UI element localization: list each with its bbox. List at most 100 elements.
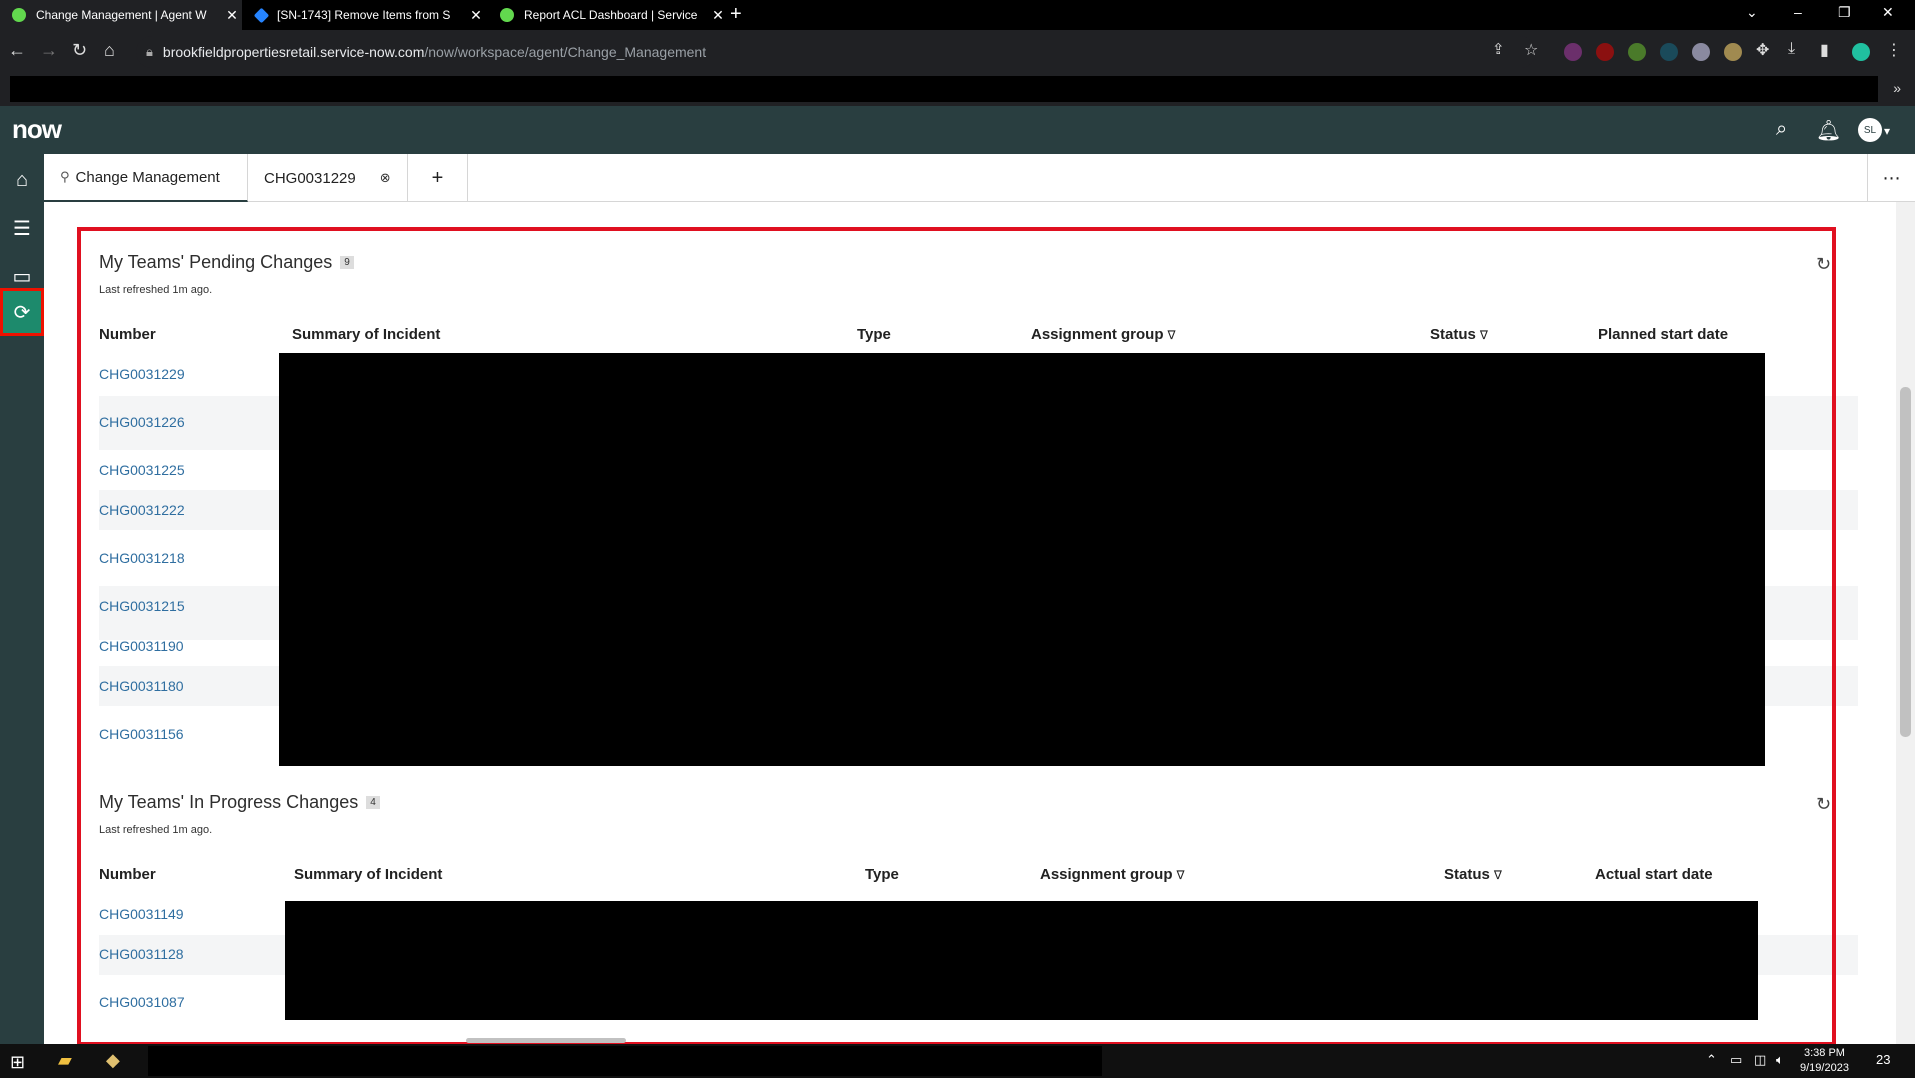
taskbar-clock[interactable]: 3:38 PM 9/19/2023 bbox=[1800, 1046, 1849, 1076]
column-header-assignment-group[interactable]: Assignment group ∇ bbox=[1040, 866, 1185, 883]
profile-icon[interactable] bbox=[1852, 43, 1870, 61]
tab-change-management[interactable]: ⚲ Change Management bbox=[44, 154, 248, 202]
chevron-down-icon[interactable]: ▾ bbox=[1884, 124, 1890, 138]
menu-kebab-icon[interactable]: ⋮ bbox=[1886, 40, 1902, 60]
workspace-tabs: ⚲ Change Management CHG0031229 ⊗ + ⋯ bbox=[44, 154, 1915, 202]
download-icon[interactable]: ⤓ bbox=[1788, 40, 1795, 58]
column-header-type[interactable]: Type bbox=[857, 326, 891, 343]
bookmark-star-icon[interactable]: ☆ bbox=[1524, 40, 1538, 60]
filter-icon[interactable]: ∇ bbox=[1494, 868, 1502, 882]
column-header-label: Assignment group bbox=[1040, 866, 1173, 883]
column-header-status[interactable]: Status ∇ bbox=[1444, 866, 1502, 883]
horizontal-scrollbar-thumb[interactable] bbox=[466, 1038, 626, 1043]
refresh-icon[interactable]: ↻ bbox=[1816, 254, 1831, 275]
left-rail: ⌂ ☰ ▭ ⟳ bbox=[0, 154, 44, 1044]
reload-icon[interactable]: ↻ bbox=[72, 40, 87, 61]
close-tab-icon[interactable]: ✕ bbox=[708, 7, 728, 24]
network-icon[interactable]: ◫ bbox=[1754, 1052, 1766, 1068]
change-number-link[interactable]: CHG0031180 bbox=[99, 678, 184, 694]
windows-start-icon[interactable]: ⊞ bbox=[10, 1052, 25, 1073]
url-path: /now/workspace/agent/Change_Management bbox=[424, 44, 707, 60]
file-explorer-icon[interactable]: ▰ bbox=[58, 1050, 72, 1071]
ublock-icon[interactable] bbox=[1596, 43, 1614, 61]
home-icon[interactable]: ⌂ bbox=[104, 40, 115, 61]
filter-icon[interactable]: ∇ bbox=[1480, 328, 1488, 342]
now-logo[interactable]: now bbox=[12, 114, 62, 145]
column-header-planned-start[interactable]: Planned start date bbox=[1598, 326, 1728, 343]
bookmarks-overflow-icon[interactable]: » bbox=[1893, 80, 1901, 96]
more-options-icon[interactable]: ⋯ bbox=[1867, 154, 1915, 202]
close-tab-icon[interactable]: ⊗ bbox=[380, 170, 391, 186]
filter-icon[interactable]: ∇ bbox=[1168, 328, 1176, 342]
volume-icon[interactable]: 🔈︎ bbox=[1776, 1052, 1784, 1068]
extension-icon[interactable] bbox=[1628, 43, 1646, 61]
search-icon[interactable]: ⌕ bbox=[1776, 118, 1787, 141]
extension-icon[interactable] bbox=[1660, 43, 1678, 61]
redacted-area bbox=[285, 901, 1758, 1020]
browser-tabstrip: Change Management | Agent W ✕ [SN-1743] … bbox=[0, 0, 1915, 30]
change-number-link[interactable]: CHG0031229 bbox=[99, 366, 185, 382]
column-header-type[interactable]: Type bbox=[865, 866, 899, 883]
back-icon[interactable]: ← bbox=[8, 40, 26, 61]
count-badge: 9 bbox=[340, 256, 354, 269]
change-number-link[interactable]: CHG0031225 bbox=[99, 462, 185, 478]
restore-icon[interactable]: ❐ bbox=[1838, 4, 1851, 21]
home-nav-icon[interactable]: ⌂ bbox=[0, 156, 44, 204]
browser-tab-label: Report ACL Dashboard | Service bbox=[524, 8, 698, 22]
change-number-link[interactable]: CHG0031190 bbox=[99, 638, 184, 654]
column-header-number[interactable]: Number bbox=[99, 326, 156, 343]
browser-toolbar: ← → ↻ ⌂ 🔒︎ brookfieldpropertiesretail.se… bbox=[0, 30, 1915, 74]
taskbar-app-icon[interactable]: ◆ bbox=[106, 1050, 120, 1071]
notification-bell-icon[interactable]: 🔔︎ bbox=[1816, 118, 1841, 143]
address-bar[interactable]: 🔒︎ brookfieldpropertiesretail.service-no… bbox=[136, 36, 1536, 68]
browser-tab-change-management[interactable]: Change Management | Agent W ✕ bbox=[0, 0, 242, 30]
column-header-summary[interactable]: Summary of Incident bbox=[294, 866, 442, 883]
show-hidden-icons-icon[interactable]: ⌃ bbox=[1706, 1052, 1717, 1068]
servicenow-header: now ⌕ 🔔︎ SL ▾ bbox=[0, 106, 1915, 154]
browser-tab-label: [SN-1743] Remove Items from S bbox=[277, 8, 451, 22]
minimize-icon[interactable]: – bbox=[1794, 4, 1802, 20]
change-number-link[interactable]: CHG0031222 bbox=[99, 502, 185, 518]
notification-center-icon[interactable]: 23 bbox=[1876, 1052, 1890, 1067]
column-header-assignment-group[interactable]: Assignment group ∇ bbox=[1031, 326, 1176, 343]
forward-icon[interactable]: → bbox=[40, 40, 58, 61]
extensions-puzzle-icon[interactable]: ✥ bbox=[1756, 40, 1769, 60]
close-window-icon[interactable]: ✕ bbox=[1882, 4, 1894, 21]
change-number-link[interactable]: CHG0031156 bbox=[99, 726, 184, 742]
browser-tab-report-acl[interactable]: Report ACL Dashboard | Service ✕ bbox=[488, 0, 728, 30]
tab-chg0031229[interactable]: CHG0031229 ⊗ bbox=[248, 154, 408, 202]
tab-search-icon[interactable]: ⌄ bbox=[1746, 4, 1758, 21]
extension-icon[interactable] bbox=[1564, 43, 1582, 61]
avatar[interactable]: SL bbox=[1858, 118, 1882, 142]
column-header-number[interactable]: Number bbox=[99, 866, 156, 883]
servicenow-favicon-icon bbox=[500, 8, 514, 22]
battery-icon[interactable]: ▭ bbox=[1730, 1052, 1742, 1068]
side-panel-icon[interactable]: ▮ bbox=[1820, 40, 1829, 60]
extension-icon[interactable] bbox=[1724, 43, 1742, 61]
url-host: brookfieldpropertiesretail.service-now.c… bbox=[162, 44, 425, 60]
add-tab-button[interactable]: + bbox=[408, 154, 468, 202]
close-tab-icon[interactable]: ✕ bbox=[466, 7, 486, 24]
refresh-icon[interactable]: ↻ bbox=[1816, 794, 1831, 815]
close-tab-icon[interactable]: ✕ bbox=[222, 7, 242, 24]
change-number-link[interactable]: CHG0031215 bbox=[99, 598, 185, 614]
column-header-summary[interactable]: Summary of Incident bbox=[292, 326, 440, 343]
lock-icon: 🔒︎ bbox=[146, 44, 153, 59]
new-tab-button[interactable]: + bbox=[730, 3, 742, 26]
browser-tab-jira[interactable]: [SN-1743] Remove Items from S ✕ bbox=[244, 0, 486, 30]
last-refreshed-text: Last refreshed 1m ago. bbox=[99, 284, 213, 296]
change-number-link[interactable]: CHG0031087 bbox=[99, 994, 185, 1010]
share-icon[interactable]: ⇪ bbox=[1492, 40, 1505, 58]
extension-icon[interactable] bbox=[1692, 43, 1710, 61]
column-header-actual-start[interactable]: Actual start date bbox=[1595, 866, 1713, 883]
filter-icon[interactable]: ∇ bbox=[1177, 868, 1185, 882]
change-management-nav-icon[interactable]: ⟳ bbox=[0, 288, 44, 336]
change-number-link[interactable]: CHG0031128 bbox=[99, 946, 184, 962]
vertical-scrollbar[interactable] bbox=[1896, 202, 1915, 1044]
change-number-link[interactable]: CHG0031218 bbox=[99, 550, 185, 566]
scrollbar-thumb[interactable] bbox=[1900, 387, 1911, 737]
change-number-link[interactable]: CHG0031149 bbox=[99, 906, 184, 922]
change-number-link[interactable]: CHG0031226 bbox=[99, 414, 185, 430]
column-header-status[interactable]: Status ∇ bbox=[1430, 326, 1488, 343]
list-nav-icon[interactable]: ☰ bbox=[0, 204, 44, 252]
